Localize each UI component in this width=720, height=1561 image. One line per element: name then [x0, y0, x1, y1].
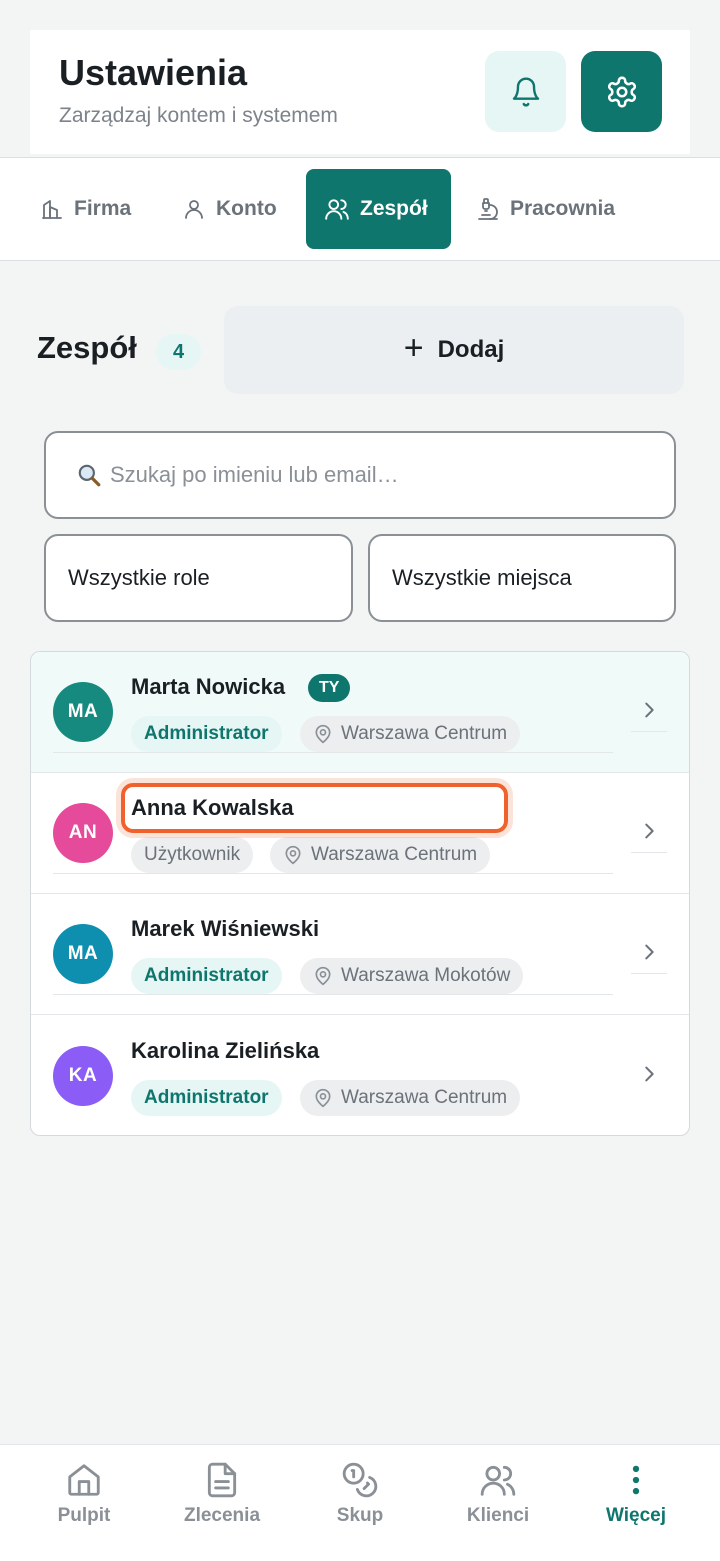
divider: [53, 873, 613, 874]
location-label: Warszawa Centrum: [341, 723, 508, 744]
search-icon: [78, 464, 101, 487]
document-icon: [207, 1462, 237, 1498]
page-title: Ustawienia: [59, 52, 248, 93]
team-member-list: MA Marta Nowicka TY Administrator Warsza…: [30, 651, 690, 1136]
users-icon: [480, 1465, 516, 1496]
avatar: AN: [53, 803, 113, 863]
chevron-right-icon[interactable]: [631, 1052, 667, 1096]
avatar: KA: [53, 1046, 113, 1106]
page-subtitle: Zarządzaj kontem i systemem: [59, 104, 338, 127]
map-pin-icon: [285, 845, 301, 865]
place-filter-select[interactable]: Wszystkie miejsca: [368, 534, 676, 622]
location-badge: Warszawa Centrum: [300, 1080, 521, 1116]
team-title: Zespół: [37, 330, 137, 365]
role-badge: Administrator: [131, 958, 282, 994]
workshop-icon: [478, 198, 498, 220]
tab-konto[interactable]: Konto: [164, 169, 295, 249]
settings-button[interactable]: [581, 51, 662, 132]
location-badge: Warszawa Centrum: [270, 837, 491, 873]
nav-label: Zlecenia: [183, 1505, 261, 1526]
plus-icon: +: [403, 328, 424, 367]
location-label: Warszawa Centrum: [311, 844, 478, 865]
role-badge: Użytkownik: [131, 837, 254, 873]
map-pin-icon: [315, 966, 331, 986]
map-pin-icon: [315, 724, 331, 744]
role-filter-select[interactable]: Wszystkie role: [44, 534, 353, 622]
users-icon: [325, 199, 349, 220]
tab-label: Pracownia: [510, 197, 616, 220]
role-badge: Administrator: [131, 716, 282, 752]
chevron-right-icon[interactable]: [631, 688, 667, 732]
location-label: Warszawa Mokotów: [341, 965, 511, 986]
nav-label: Skup: [336, 1505, 384, 1526]
nav-label: Więcej: [605, 1505, 667, 1526]
nav-label: Klienci: [466, 1505, 530, 1526]
you-badge: TY: [308, 674, 351, 702]
nav-skup[interactable]: Skup: [300, 1461, 420, 1527]
member-name: Karolina Zielińska: [131, 1038, 320, 1063]
nav-wiecej[interactable]: Więcej: [576, 1461, 696, 1527]
team-count-badge: 4: [156, 334, 201, 370]
nav-klienci[interactable]: Klienci: [438, 1461, 558, 1527]
member-name: Marek Wiśniewski: [131, 916, 320, 941]
nav-pulpit[interactable]: Pulpit: [24, 1461, 144, 1527]
team-member-row[interactable]: KA Karolina Zielińska Administrator Wars…: [31, 1016, 689, 1135]
nav-zlecenia[interactable]: Zlecenia: [162, 1461, 282, 1527]
search-placeholder: Szukaj po imieniu lub email…: [110, 462, 399, 487]
bell-icon: [512, 77, 539, 106]
team-member-row[interactable]: MA Marek Wiśniewski Administrator Warsza…: [31, 894, 689, 1015]
more-vertical-icon: [632, 1465, 640, 1495]
divider: [53, 752, 613, 753]
team-member-row[interactable]: MA Marta Nowicka TY Administrator Warsza…: [31, 652, 689, 773]
coins-icon: [342, 1462, 378, 1498]
map-pin-icon: [315, 1088, 331, 1108]
add-member-button[interactable]: + Dodaj: [224, 306, 684, 394]
location-label: Warszawa Centrum: [341, 1087, 508, 1108]
settings-tabs: Firma Konto Zespół Pracownia: [0, 157, 720, 261]
page-header: Ustawienia Zarządzaj kontem i systemem: [30, 30, 690, 154]
member-name: Marta Nowicka: [131, 674, 286, 699]
add-label: Dodaj: [437, 336, 505, 363]
team-member-row[interactable]: AN Anna Kowalska Użytkownik Warszawa Cen…: [31, 773, 689, 894]
gear-icon: [607, 76, 636, 107]
location-badge: Warszawa Mokotów: [300, 958, 524, 994]
role-filter-value: Wszystkie role: [68, 565, 210, 590]
role-badge: Administrator: [131, 1080, 282, 1116]
location-badge: Warszawa Centrum: [300, 716, 521, 752]
chevron-right-icon[interactable]: [631, 809, 667, 853]
user-icon: [185, 200, 203, 219]
divider: [53, 994, 613, 995]
avatar: MA: [53, 924, 113, 984]
tab-firma[interactable]: Firma: [22, 169, 149, 249]
search-input[interactable]: Szukaj po imieniu lub email…: [44, 431, 676, 519]
building-icon: [42, 200, 62, 219]
notifications-button[interactable]: [485, 51, 566, 132]
tab-pracownia[interactable]: Pracownia: [458, 169, 633, 249]
tab-label: Zespół: [360, 197, 428, 220]
member-name: Anna Kowalska: [131, 795, 294, 820]
chevron-right-icon[interactable]: [631, 930, 667, 974]
tab-label: Konto: [216, 197, 277, 220]
bottom-navigation: Pulpit Zlecenia Skup Klienci Więcej: [0, 1444, 720, 1561]
tab-zespol[interactable]: Zespół: [306, 169, 451, 249]
avatar: MA: [53, 682, 113, 742]
nav-label: Pulpit: [57, 1505, 111, 1526]
place-filter-value: Wszystkie miejsca: [392, 565, 572, 590]
home-icon: [68, 1464, 100, 1496]
tab-label: Firma: [74, 197, 132, 220]
